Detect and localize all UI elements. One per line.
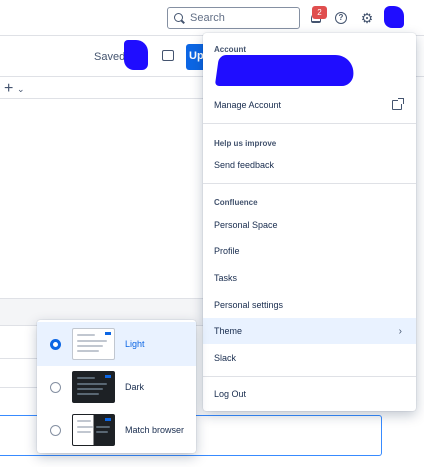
slack-label: Slack: [214, 353, 237, 363]
search-input[interactable]: Search: [167, 7, 300, 29]
account-section-title: Account: [214, 45, 246, 54]
search-placeholder: Search: [190, 12, 225, 24]
radio-selected-icon[interactable]: [50, 338, 61, 350]
search-icon: [174, 12, 185, 24]
theme-submenu: Light Dark Match browser: [37, 320, 196, 453]
theme-option-label: Light: [125, 339, 145, 349]
help-button[interactable]: ?: [331, 8, 351, 28]
log-out-label: Log Out: [214, 389, 247, 399]
theme-option-label: Match browser: [125, 425, 185, 435]
personal-space-item[interactable]: Personal Space: [203, 212, 416, 238]
light-theme-thumbnail: [72, 328, 115, 360]
divider: [0, 98, 204, 99]
help-section-title: Help us improve: [214, 139, 277, 148]
table-row-divider: [0, 358, 40, 359]
saved-status: Saved: [94, 51, 126, 63]
redacted-avatar: [124, 40, 148, 70]
dark-theme-thumbnail: [72, 371, 115, 403]
help-icon: ?: [335, 12, 347, 24]
divider: [203, 183, 416, 184]
log-out-item[interactable]: Log Out: [203, 381, 416, 407]
chevron-down-icon[interactable]: ⌄: [17, 84, 25, 95]
radio-icon[interactable]: [50, 424, 61, 436]
table-row-divider: [0, 387, 40, 388]
account-menu: Account Manage Account Help us improve S…: [203, 33, 416, 411]
theme-option-label: Dark: [125, 382, 145, 392]
external-link-icon: [392, 98, 404, 110]
insert-plus-icon[interactable]: +: [4, 81, 13, 97]
theme-label: Theme: [214, 326, 243, 336]
confluence-section-title: Confluence: [214, 198, 258, 207]
redacted-account-info: [214, 55, 357, 86]
comment-icon[interactable]: [162, 50, 174, 61]
notification-count-badge: 2: [312, 6, 327, 19]
send-feedback-item[interactable]: Send feedback: [203, 152, 416, 178]
divider: [203, 123, 416, 124]
personal-space-label: Personal Space: [214, 220, 278, 230]
manage-account-label: Manage Account: [214, 100, 282, 110]
tasks-label: Tasks: [214, 273, 238, 283]
divider: [203, 376, 416, 377]
send-feedback-label: Send feedback: [214, 160, 275, 170]
manage-account-item[interactable]: Manage Account: [203, 92, 416, 118]
personal-settings-label: Personal settings: [214, 300, 284, 310]
chevron-right-icon: ›: [398, 325, 402, 337]
theme-option-match-browser[interactable]: Match browser: [37, 408, 196, 452]
avatar[interactable]: [384, 6, 404, 28]
profile-label: Profile: [214, 246, 240, 256]
match-browser-theme-thumbnail: [72, 414, 115, 446]
theme-item[interactable]: Theme ›: [203, 318, 416, 344]
gear-icon: ⚙: [360, 9, 374, 26]
profile-item[interactable]: Profile: [203, 238, 416, 264]
theme-option-light[interactable]: Light: [37, 322, 196, 366]
theme-option-dark[interactable]: Dark: [37, 365, 196, 409]
personal-settings-item[interactable]: Personal settings: [203, 292, 416, 318]
settings-button[interactable]: ⚙: [357, 8, 377, 28]
tasks-item[interactable]: Tasks: [203, 265, 416, 291]
slack-item[interactable]: Slack: [203, 345, 416, 371]
radio-icon[interactable]: [50, 381, 61, 393]
